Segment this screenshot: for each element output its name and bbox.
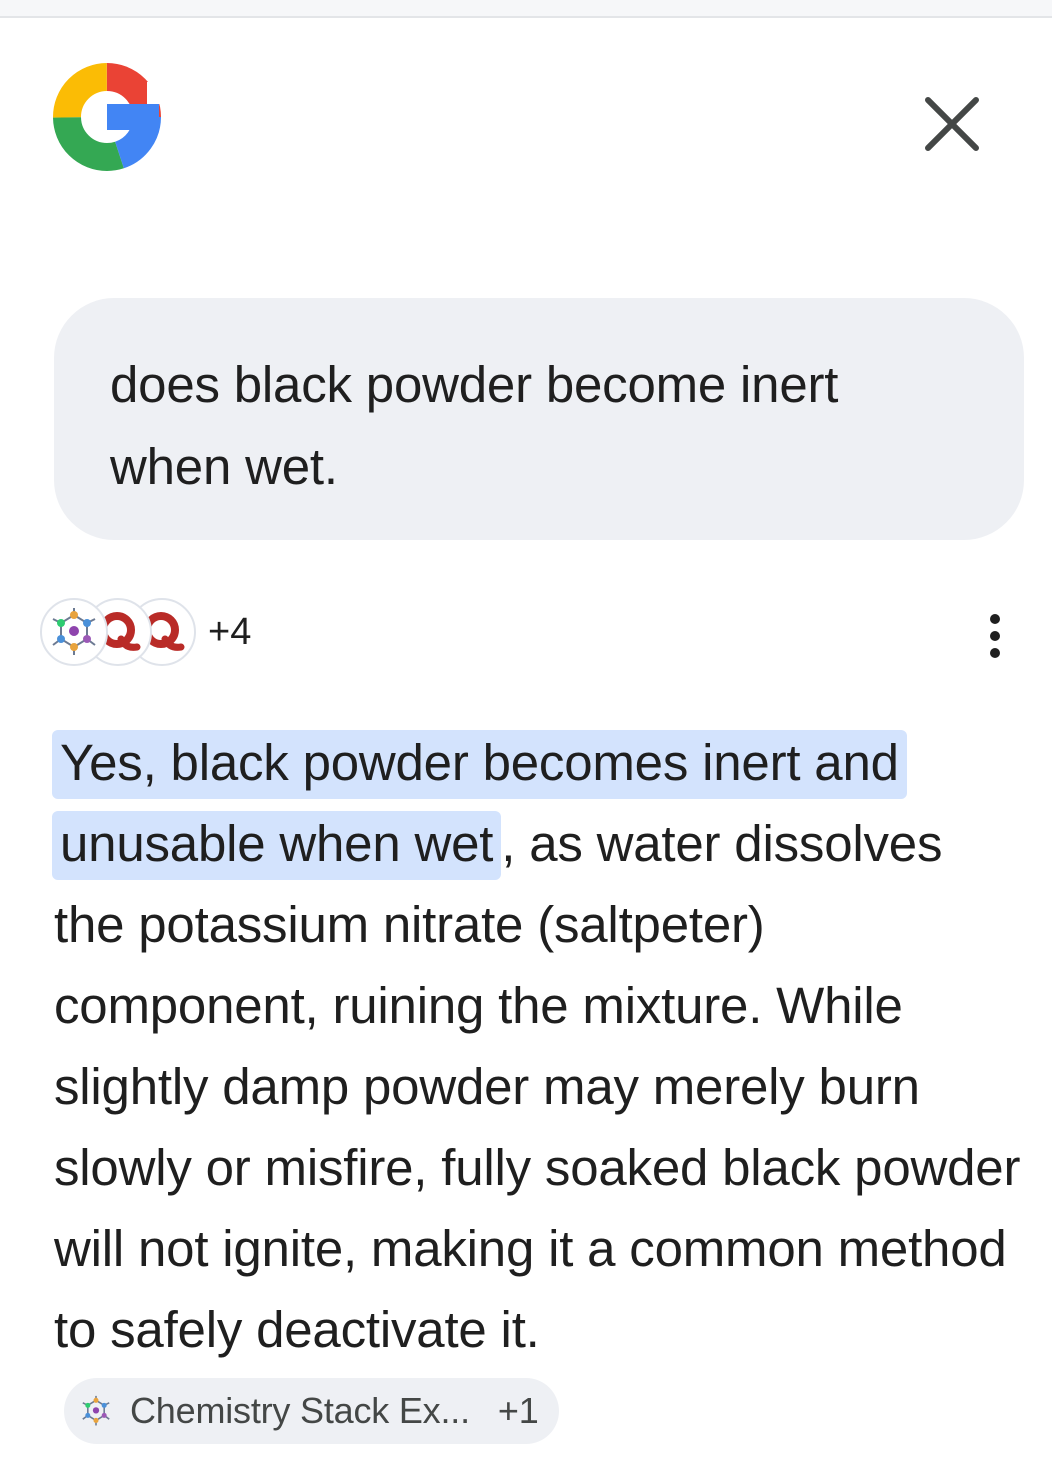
citation-chip[interactable]: Chemistry Stack Ex... +1: [64, 1377, 559, 1444]
more-vert-dot: [990, 631, 1000, 641]
query-text: does black powder become inert when wet.: [110, 356, 839, 495]
answer-body: , as water dissolves the potassium nitra…: [54, 815, 1021, 1358]
chemistry-stack-exchange-icon: [76, 1391, 116, 1431]
citation-label: Chemistry Stack Ex...: [130, 1390, 470, 1432]
google-logo-icon: [52, 62, 167, 172]
answer-text: Yes, black powder becomes inert and unus…: [52, 722, 1024, 1451]
close-icon: [925, 97, 979, 151]
more-options-button[interactable]: [970, 604, 1020, 668]
top-rule: [0, 0, 1052, 18]
sources-extra-count: +4: [208, 610, 252, 653]
sources-row[interactable]: +4: [40, 594, 251, 670]
more-vert-dot: [990, 648, 1000, 658]
citation-extra: +1: [497, 1390, 539, 1432]
chemistry-stack-exchange-icon: [40, 598, 108, 666]
more-vert-icon: [990, 614, 1000, 624]
close-button[interactable]: [912, 84, 992, 164]
query-bubble: does black powder become inert when wet.: [54, 298, 1024, 540]
